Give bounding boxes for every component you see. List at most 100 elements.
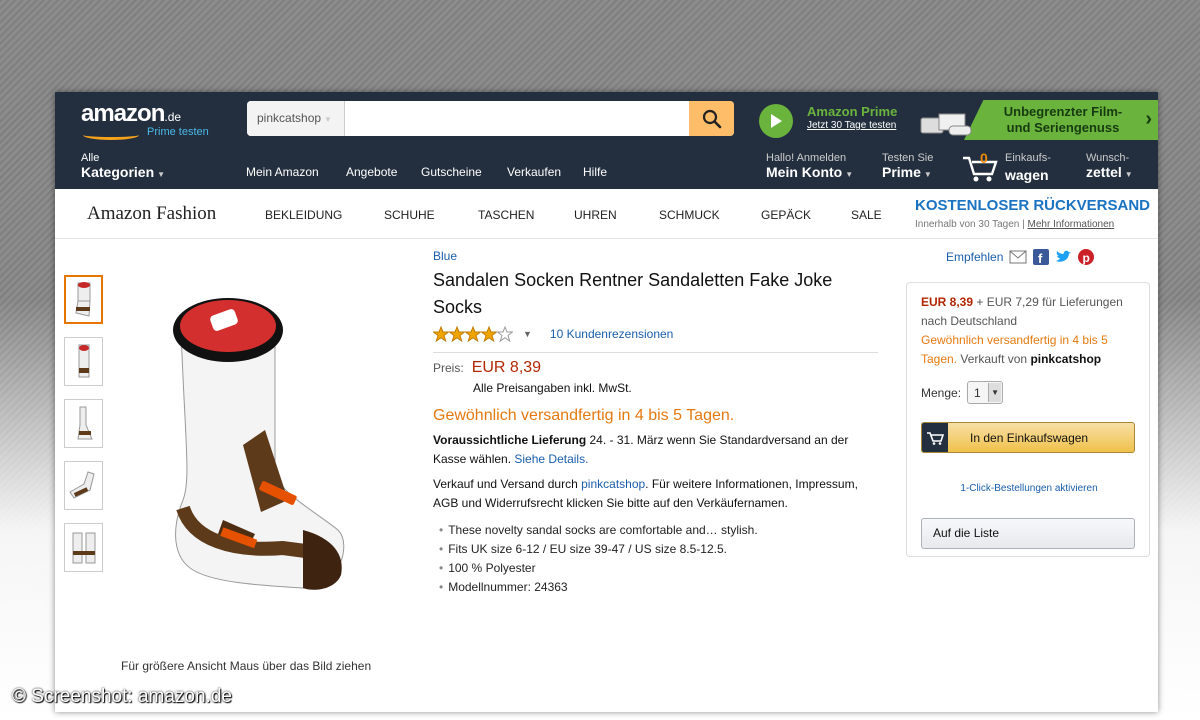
prime-small: Testen Sie xyxy=(882,152,934,164)
search-input[interactable] xyxy=(347,101,687,136)
nav-link-mein-amazon[interactable]: Mein Amazon xyxy=(246,165,319,179)
prime-trial-link[interactable]: Jetzt 30 Tage testen xyxy=(807,120,896,131)
wishlist-small: Wunsch- xyxy=(1086,152,1130,164)
rating-chevron-down-icon[interactable]: ▼ xyxy=(523,329,532,339)
amazon-logo[interactable]: amazon.de Prime testen xyxy=(81,100,221,140)
account-label: Mein Konto ▼ xyxy=(766,164,854,180)
add-to-cart-button[interactable]: In den Einkaufswagen xyxy=(921,422,1135,453)
svg-text:p: p xyxy=(1083,251,1090,265)
add-to-list-button[interactable]: Auf die Liste xyxy=(921,518,1135,549)
product-thumbnail[interactable] xyxy=(64,275,103,324)
product-thumbnail[interactable] xyxy=(64,461,103,510)
one-click-link[interactable]: 1-Click-Bestellungen aktivieren xyxy=(907,483,1151,494)
cart-icon xyxy=(922,423,948,452)
share-row: Empfehlen f p xyxy=(946,249,1095,265)
account-small: Hallo! Anmelden xyxy=(766,152,847,164)
seller-info: Verkauf und Versand durch pinkcatshop. F… xyxy=(433,477,858,510)
list-item: These novelty sandal socks are comfortab… xyxy=(433,521,883,540)
video-banner[interactable]: Unbegrenzter Film- und Seriengenuss › xyxy=(919,100,1158,140)
fashion-brand[interactable]: Amazon Fashion xyxy=(87,203,216,225)
screenshot-watermark: © Screenshot: amazon.de xyxy=(12,686,232,707)
product-thumbnail[interactable] xyxy=(64,523,103,572)
product-info: Blue Sandalen Socken Rentner Sandaletten… xyxy=(433,249,883,597)
quantity-row: Menge: 1 ▼ xyxy=(921,381,1004,404)
logo-smile-icon xyxy=(83,130,139,140)
fashion-item-schuhe[interactable]: SCHUHE xyxy=(384,208,435,222)
brand-link[interactable]: Blue xyxy=(433,249,883,263)
rating-stars-icon[interactable] xyxy=(433,326,513,342)
free-return-link[interactable]: Mehr Informationen xyxy=(1028,219,1115,230)
availability: Gewöhnlich versandfertig in 4 bis 5 Tage… xyxy=(433,407,735,424)
wishlist-label: zettel ▼ xyxy=(1086,164,1133,180)
buybox-shipping: EUR 8,39 + EUR 7,29 für Lieferungen nach… xyxy=(921,295,1123,366)
fashion-item-bekleidung[interactable]: BEKLEIDUNG xyxy=(265,208,342,222)
product-title: Sandalen Socken Rentner Sandaletten Fake… xyxy=(433,270,833,317)
search-bar: pinkcatshop ▼ xyxy=(247,101,734,136)
fashion-item-gepaeck[interactable]: GEPÄCK xyxy=(761,208,811,222)
search-icon xyxy=(702,109,721,128)
share-label: Empfehlen xyxy=(946,250,1004,264)
chevron-down-icon: ▼ xyxy=(988,383,1002,402)
fashion-item-taschen[interactable]: TASCHEN xyxy=(478,208,534,222)
free-return-title[interactable]: KOSTENLOSER RÜCKVERSAND xyxy=(915,197,1150,214)
nav-link-hilfe[interactable]: Hilfe xyxy=(583,165,607,179)
fashion-item-sale[interactable]: SALE xyxy=(851,208,882,222)
search-category-label: pinkcatshop xyxy=(257,111,322,125)
product-thumbnail[interactable] xyxy=(64,337,103,386)
sock-thumbnail-image xyxy=(76,406,93,439)
cart-label: wagen xyxy=(1005,167,1049,183)
list-item: Modellnummer: 24363 xyxy=(433,578,883,597)
star-filled-icon xyxy=(448,326,466,342)
search-category-select[interactable]: pinkcatshop ▼ xyxy=(247,101,345,136)
chevron-right-icon: › xyxy=(1145,108,1152,130)
quantity-select[interactable]: 1 ▼ xyxy=(967,381,1004,404)
list-item: Fits UK size 6-12 / EU size 39-47 / US s… xyxy=(433,540,883,559)
seller-link[interactable]: pinkcatshop xyxy=(581,477,645,491)
banner-text: Unbegrenzter Film- und Seriengenuss xyxy=(1003,104,1123,135)
fashion-item-schmuck[interactable]: SCHMUCK xyxy=(659,208,720,222)
email-icon[interactable] xyxy=(1009,250,1027,264)
search-button[interactable] xyxy=(689,101,734,136)
header-nav: Alle Kategorien ▼ Mein Amazon Angebote Gu… xyxy=(55,148,1158,188)
prime-promo[interactable]: Amazon Prime Jetzt 30 Tage testen xyxy=(759,102,939,138)
browser-page: amazon.de Prime testen pinkcatshop ▼ Amaz… xyxy=(55,92,1158,712)
cart-small: Einkaufs- xyxy=(1005,152,1051,164)
logo-word: amazon xyxy=(81,100,165,127)
reviews-link[interactable]: 10 Kundenrezensionen xyxy=(550,327,673,341)
product-main-image[interactable] xyxy=(163,290,353,600)
nav-link-gutscheine[interactable]: Gutscheine xyxy=(421,165,482,179)
product-thumbnail[interactable] xyxy=(64,399,103,448)
star-filled-icon xyxy=(464,326,482,342)
price-row: Preis: EUR 8,39 xyxy=(433,359,883,377)
prime-menu[interactable]: Testen Sie Prime ▼ xyxy=(882,152,933,180)
sock-thumbnail-image xyxy=(78,344,89,377)
svg-text:f: f xyxy=(1038,251,1043,265)
delivery-estimate: Voraussichtliche Lieferung 24. - 31. Mär… xyxy=(433,433,849,466)
buy-box: EUR 8,39 + EUR 7,29 für Lieferungen nach… xyxy=(906,282,1150,557)
all-categories-label: Kategorien ▼ xyxy=(81,164,166,180)
logo-prime-link[interactable]: Prime testen xyxy=(147,126,209,138)
devices-icon xyxy=(920,113,972,136)
add-to-cart-label: In den Einkaufswagen xyxy=(970,430,1089,445)
facebook-icon[interactable]: f xyxy=(1033,249,1050,265)
fashion-nav: Amazon Fashion BEKLEIDUNG SCHUHE TASCHEN… xyxy=(55,189,1158,239)
nav-link-verkaufen[interactable]: Verkaufen xyxy=(507,165,561,179)
delivery-details-link[interactable]: Siehe Details. xyxy=(514,452,588,466)
account-menu[interactable]: Hallo! Anmelden Mein Konto ▼ xyxy=(766,152,853,180)
rating-row: ▼ 10 Kundenrezensionen xyxy=(433,324,883,344)
price-label: Preis: xyxy=(433,361,464,375)
cart-link[interactable]: 0 Einkaufs- wagen xyxy=(961,150,1061,186)
free-return-sub: Innerhalb von 30 Tagen | Mehr Informatio… xyxy=(915,219,1115,230)
buybox-price: EUR 8,39 xyxy=(921,295,974,309)
wishlist-menu[interactable]: Wunsch- zettel ▼ xyxy=(1086,152,1133,180)
sock-thumbnail-image xyxy=(74,281,91,317)
buybox-seller-link[interactable]: pinkcatshop xyxy=(1030,352,1101,366)
twitter-icon[interactable] xyxy=(1055,250,1072,264)
nav-link-angebote[interactable]: Angebote xyxy=(346,165,397,179)
prime-label: Prime ▼ xyxy=(882,164,932,180)
pinterest-icon[interactable]: p xyxy=(1078,249,1095,265)
feature-bullets: These novelty sandal socks are comfortab… xyxy=(433,521,883,597)
fashion-item-uhren[interactable]: UHREN xyxy=(574,208,617,222)
image-zoom-hint: Für größere Ansicht Maus über das Bild z… xyxy=(121,659,372,673)
all-categories-menu[interactable]: Alle Kategorien ▼ xyxy=(81,152,165,180)
